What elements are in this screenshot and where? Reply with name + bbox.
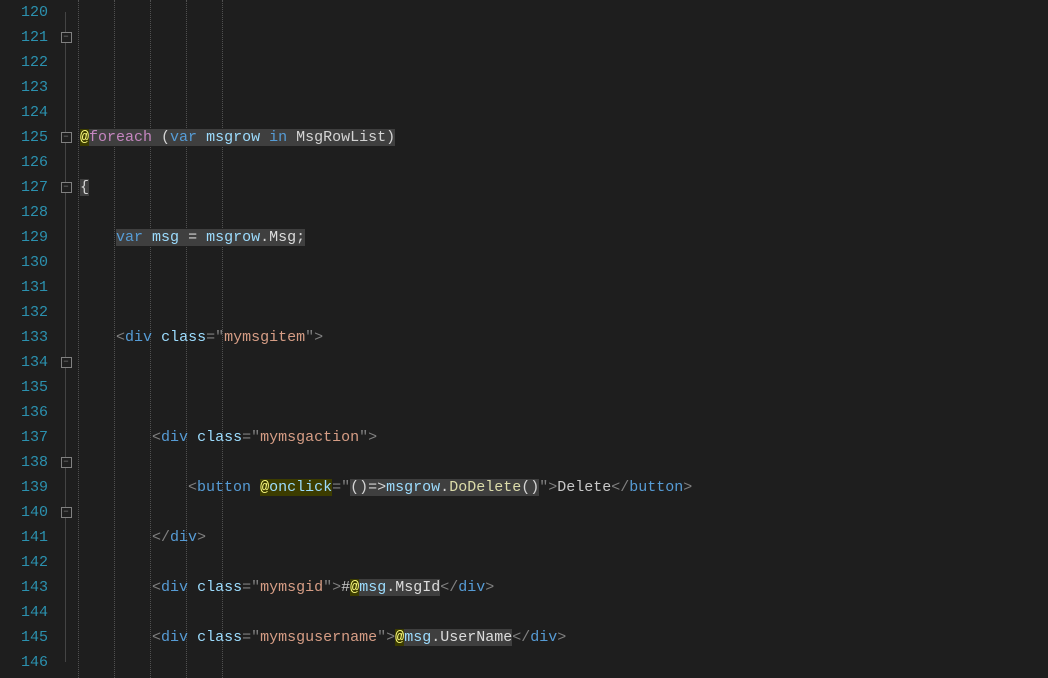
line-number: 145 <box>0 625 54 650</box>
line-number: 136 <box>0 400 54 425</box>
line-number: 140 <box>0 500 54 525</box>
line-number: 146 <box>0 650 54 675</box>
fold-gutter: − − − − − − <box>54 0 78 678</box>
fold-minus-icon[interactable]: − <box>61 507 72 518</box>
line-number: 124 <box>0 100 54 125</box>
fold-minus-icon[interactable]: − <box>61 32 72 43</box>
line-number: 121 <box>0 25 54 50</box>
code-line[interactable]: { <box>78 175 1048 200</box>
code-line[interactable] <box>78 275 1048 300</box>
line-number: 126 <box>0 150 54 175</box>
line-number: 128 <box>0 200 54 225</box>
code-line[interactable]: <div class="mymsgid">#@msg.MsgId</div> <box>78 575 1048 600</box>
fold-minus-icon[interactable]: − <box>61 357 72 368</box>
code-line[interactable] <box>78 75 1048 100</box>
line-number: 142 <box>0 550 54 575</box>
fold-minus-icon[interactable]: − <box>61 457 72 468</box>
line-number: 122 <box>0 50 54 75</box>
fold-minus-icon[interactable]: − <box>61 132 72 143</box>
code-editor[interactable]: 120 121 122 123 124 125 126 127 128 129 … <box>0 0 1048 678</box>
code-line[interactable]: <div class="mymsgusername">@msg.UserName… <box>78 625 1048 650</box>
line-number: 138 <box>0 450 54 475</box>
code-line[interactable]: </div> <box>78 525 1048 550</box>
line-number: 132 <box>0 300 54 325</box>
line-number-gutter: 120 121 122 123 124 125 126 127 128 129 … <box>0 0 54 678</box>
line-number: 144 <box>0 600 54 625</box>
code-area[interactable]: @foreach (var msgrow in MsgRowList) { va… <box>78 0 1048 678</box>
code-line[interactable]: @foreach (var msgrow in MsgRowList) <box>78 125 1048 150</box>
line-number: 125 <box>0 125 54 150</box>
code-line[interactable] <box>78 375 1048 400</box>
code-line[interactable]: <div class="mymsgitem"> <box>78 325 1048 350</box>
line-number: 120 <box>0 0 54 25</box>
line-number: 123 <box>0 75 54 100</box>
code-line[interactable]: <div class="mymsgaction"> <box>78 425 1048 450</box>
fold-minus-icon[interactable]: − <box>61 182 72 193</box>
line-number: 130 <box>0 250 54 275</box>
line-number: 141 <box>0 525 54 550</box>
code-line[interactable]: <button @onclick="()=>msgrow.DoDelete()"… <box>78 475 1048 500</box>
line-number: 129 <box>0 225 54 250</box>
line-number: 143 <box>0 575 54 600</box>
code-line[interactable]: var msg = msgrow.Msg; <box>78 225 1048 250</box>
line-number: 137 <box>0 425 54 450</box>
line-number: 135 <box>0 375 54 400</box>
line-number: 134 <box>0 350 54 375</box>
line-number: 131 <box>0 275 54 300</box>
line-number: 127 <box>0 175 54 200</box>
line-number: 139 <box>0 475 54 500</box>
line-number: 133 <box>0 325 54 350</box>
